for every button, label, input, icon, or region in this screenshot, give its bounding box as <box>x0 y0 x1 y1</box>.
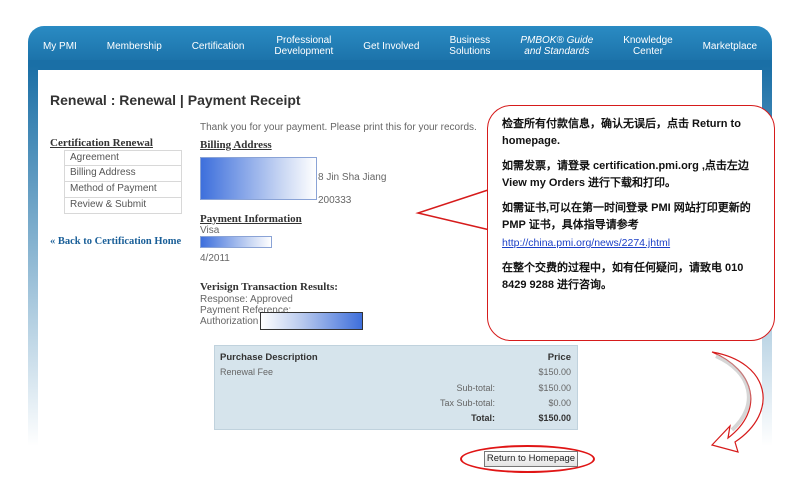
purchase-table: Purchase Description Price Renewal Fee $… <box>214 345 578 430</box>
annotation-ring <box>460 445 595 473</box>
sidebar-heading[interactable]: Certification Renewal <box>50 137 153 149</box>
payment-information-heading: Payment Information <box>200 213 302 225</box>
sidebar-menu: Agreement Billing Address Method of Paym… <box>64 150 182 214</box>
nav-item-business-solutions[interactable]: Business Solutions <box>434 35 505 57</box>
sidebar-item-method-of-payment[interactable]: Method of Payment <box>64 182 182 198</box>
nav-item-certification[interactable]: Certification <box>177 41 260 52</box>
sidebar-item-review-submit[interactable]: Review & Submit <box>64 198 182 214</box>
item-name: Renewal Fee <box>220 367 274 377</box>
redacted-card-number <box>200 236 272 248</box>
nav-item-my-pmi[interactable]: My PMI <box>28 41 92 52</box>
nav-item-professional-development[interactable]: Professional Development <box>259 35 348 57</box>
nav-item-pmbok-guide[interactable]: PMBOK® Guide and Standards <box>505 35 608 57</box>
tax-subtotal-value: $0.00 <box>548 398 571 408</box>
nav-item-membership[interactable]: Membership <box>92 41 177 52</box>
transaction-response: Response: Approved <box>200 294 293 305</box>
subtotal-value: $150.00 <box>538 383 571 393</box>
billing-address-line: 8 Jin Sha Jiang <box>318 172 387 183</box>
nav-item-knowledge-center[interactable]: Knowledge Center <box>608 35 687 57</box>
nav-item-marketplace[interactable]: Marketplace <box>688 41 772 52</box>
callout-paragraph-2: 如需发票，请登录 certification.pmi.org ,点击左边 Vie… <box>502 160 749 189</box>
sidebar-item-billing-address[interactable]: Billing Address <box>64 166 182 182</box>
instruction-callout: 检查所有付款信息，确认无误后，点击 Return to homepage. 如需… <box>487 105 775 341</box>
callout-guide-link[interactable]: http://china.pmi.org/news/2274.jhtml <box>502 237 670 249</box>
thank-you-message: Thank you for your payment. Please print… <box>200 122 477 133</box>
card-expiry: 4/2011 <box>200 253 230 264</box>
nav-item-get-involved[interactable]: Get Involved <box>348 41 434 52</box>
sidebar-item-agreement[interactable]: Agreement <box>64 150 182 166</box>
page-title: Renewal : Renewal | Payment Receipt <box>50 92 301 108</box>
callout-paragraph-1: 检查所有付款信息，确认无误后，点击 Return to homepage. <box>502 118 741 147</box>
total-value: $150.00 <box>538 413 571 423</box>
tax-subtotal-label: Tax Sub-total: <box>439 398 495 408</box>
curved-arrow-icon <box>710 351 764 453</box>
callout-paragraph-4: 在整个交费的过程中，如有任何疑问，请致电 010 8429 9288 进行咨询。 <box>502 262 744 291</box>
back-to-certification-home-link[interactable]: « Back to Certification Home <box>50 236 181 247</box>
total-label: Total: <box>471 413 495 423</box>
billing-zip-code: 200333 <box>318 195 352 206</box>
left-frame-rail <box>28 66 38 446</box>
main-navigation: My PMI Membership Certification Professi… <box>28 26 772 66</box>
item-price: $150.00 <box>538 367 571 377</box>
callout-pointer <box>415 189 491 231</box>
redacted-billing-address <box>200 157 317 200</box>
subtotal-label: Sub-total: <box>456 383 495 393</box>
callout-paragraph-3: 如需证书,可以在第一时间登录 PMI 网站打印更新的 PMP 证书，具体指导请参… <box>502 202 751 231</box>
billing-address-heading: Billing Address <box>200 139 272 151</box>
purchase-description-header: Purchase Description <box>220 352 318 363</box>
redacted-authorization-code <box>260 312 363 330</box>
price-header: Price <box>547 352 571 363</box>
card-type: Visa <box>200 225 220 236</box>
verisign-results-heading: Verisign Transaction Results: <box>200 281 338 293</box>
